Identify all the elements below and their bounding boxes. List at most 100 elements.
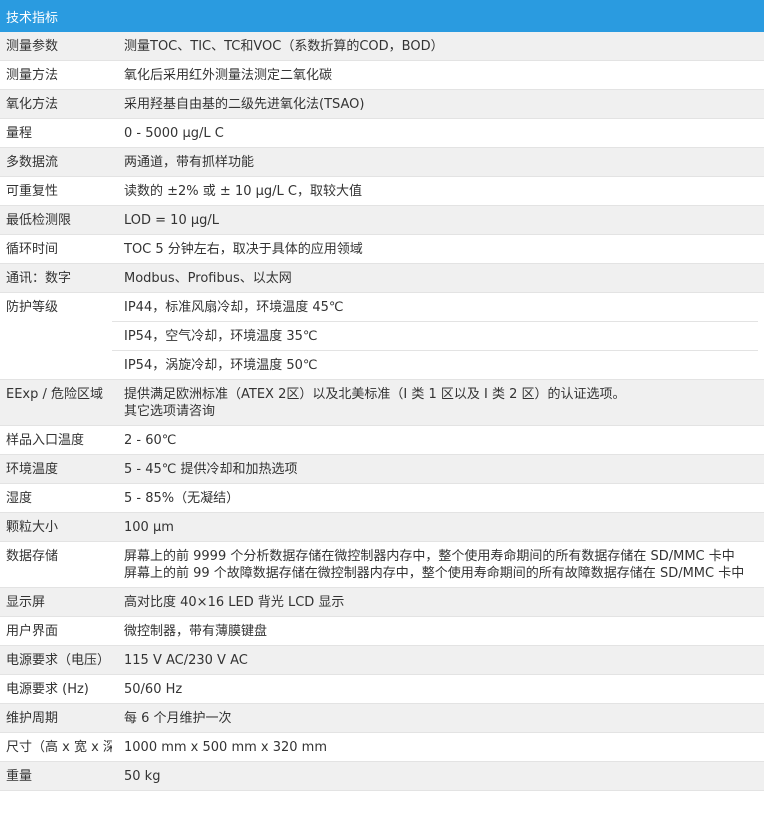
table-row: 氧化方法 采用羟基自由基的二级先进氧化法(TSAO) — [0, 89, 764, 119]
spec-value-line: 50 kg — [124, 769, 161, 784]
spec-value: 屏幕上的前 9999 个分析数据存储在微控制器内存中，整个使用寿命期间的所有数据… — [112, 541, 764, 588]
spec-value-line: 0 - 5000 µg/L C — [124, 126, 224, 141]
spec-value: Modbus、Profibus、以太网 — [112, 263, 764, 293]
spec-label: 氧化方法 — [0, 89, 112, 119]
table-row: 测量方法 氧化后采用红外测量法测定二氧化碳 — [0, 60, 764, 90]
spec-table: 技术指标 测量参数 测量TOC、TIC、TC和VOC（系数折算的COD，BOD）测… — [0, 0, 764, 791]
table-row: 尺寸（高 x 宽 x 深） 1000 mm x 500 mm x 320 mm — [0, 732, 764, 762]
spec-label: 通讯：数字 — [0, 263, 112, 293]
spec-value-line: 每 6 个月维护一次 — [124, 711, 232, 726]
table-row: 可重复性 读数的 ±2% 或 ± 10 µg/L C，取较大值 — [0, 176, 764, 206]
spec-label: 样品入口温度 — [0, 425, 112, 455]
spec-value-line: LOD = 10 µg/L — [124, 213, 219, 228]
spec-value-line: 氧化后采用红外测量法测定二氧化碳 — [124, 68, 333, 83]
spec-label: 最低检测限 — [0, 205, 112, 235]
spec-value-line: 读数的 ±2% 或 ± 10 µg/L C，取较大值 — [124, 184, 362, 199]
spec-value: 100 µm — [112, 512, 764, 542]
spec-value-line: 两通道，带有抓样功能 — [124, 155, 255, 170]
spec-value: 2 - 60℃ — [112, 425, 764, 455]
spec-value: 测量TOC、TIC、TC和VOC（系数折算的COD，BOD） — [112, 32, 764, 61]
spec-value-line: IP54，空气冷却，环境温度 35℃ — [112, 321, 758, 345]
spec-label: 测量方法 — [0, 60, 112, 90]
table-header-title: 技术指标 — [0, 0, 764, 32]
spec-value: 5 - 85%（无凝结） — [112, 483, 764, 513]
spec-value-line: TOC 5 分钟左右，取决于具体的应用领域 — [124, 242, 363, 257]
spec-value: 每 6 个月维护一次 — [112, 703, 764, 733]
table-row: 电源要求 (Hz) 50/60 Hz — [0, 674, 764, 704]
spec-value: 提供满足欧洲标准（ATEX 2区）以及北美标准（I 类 1 区以及 I 类 2 … — [112, 379, 764, 426]
spec-value-line: 采用羟基自由基的二级先进氧化法(TSAO) — [124, 97, 365, 112]
table-row: 维护周期每 6 个月维护一次 — [0, 703, 764, 733]
spec-value-line: 100 µm — [124, 520, 174, 535]
table-row: 防护等级 IP44，标准风扇冷却，环境温度 45℃ IP54，空气冷却，环境温度 3… — [0, 292, 764, 380]
spec-label: 电源要求 (Hz) — [0, 674, 112, 704]
spec-table-body: 测量参数 测量TOC、TIC、TC和VOC（系数折算的COD，BOD） 测量方法 氧化… — [0, 32, 764, 791]
spec-value-line: 2 - 60℃ — [124, 433, 177, 448]
table-row: 显示屏 高对比度 40×16 LED 背光 LCD 显示 — [0, 587, 764, 617]
spec-value-line: 115 V AC/230 V AC — [124, 653, 248, 668]
spec-label: 用户界面 — [0, 616, 112, 646]
table-header-row: 技术指标 — [0, 0, 764, 32]
table-row: 样品入口温度 2 - 60℃ — [0, 425, 764, 455]
spec-value-line: 50/60 Hz — [124, 682, 183, 697]
spec-value-line: 提供满足欧洲标准（ATEX 2区）以及北美标准（I 类 1 区以及 I 类 2 … — [124, 387, 626, 402]
table-row: 量程 0 - 5000 µg/L C — [0, 118, 764, 148]
spec-label: 防护等级 — [0, 292, 112, 380]
spec-value: 1000 mm x 500 mm x 320 mm — [112, 732, 764, 762]
spec-label: 颗粒大小 — [0, 512, 112, 542]
spec-value: LOD = 10 µg/L — [112, 205, 764, 235]
spec-label: 维护周期 — [0, 703, 112, 733]
spec-value-line: IP44，标准风扇冷却，环境温度 45℃ — [124, 300, 344, 315]
spec-value: 微控制器，带有薄膜键盘 — [112, 616, 764, 646]
table-row: EExp / 危险区域 提供满足欧洲标准（ATEX 2区）以及北美标准（I 类 1… — [0, 379, 764, 426]
spec-value: 氧化后采用红外测量法测定二氧化碳 — [112, 60, 764, 90]
spec-value: 0 - 5000 µg/L C — [112, 118, 764, 148]
spec-label: 循环时间 — [0, 234, 112, 264]
spec-value-line: IP54，涡旋冷却，环境温度 50℃ — [112, 350, 758, 374]
table-row: 颗粒大小 100 µm — [0, 512, 764, 542]
spec-value-line: 1000 mm x 500 mm x 320 mm — [124, 740, 328, 755]
spec-value: 5 - 45℃ 提供冷却和加热选项 — [112, 454, 764, 484]
spec-value-line: 5 - 45℃ 提供冷却和加热选项 — [124, 462, 298, 477]
table-row: 数据存储 屏幕上的前 9999 个分析数据存储在微控制器内存中，整个使用寿命期间的… — [0, 541, 764, 588]
spec-value: 115 V AC/230 V AC — [112, 645, 764, 675]
table-row: 循环时间 TOC 5 分钟左右，取决于具体的应用领域 — [0, 234, 764, 264]
spec-value: 50 kg — [112, 761, 764, 791]
table-row: 电源要求（电压） 115 V AC/230 V AC — [0, 645, 764, 675]
spec-value-line: 其它选项请咨询 — [124, 404, 216, 419]
spec-label: 湿度 — [0, 483, 112, 513]
spec-value-line: 微控制器，带有薄膜键盘 — [124, 624, 268, 639]
table-row: 测量参数 测量TOC、TIC、TC和VOC（系数折算的COD，BOD） — [0, 32, 764, 61]
table-row: 重量 50 kg — [0, 761, 764, 791]
spec-label: 数据存储 — [0, 541, 112, 588]
spec-label: 电源要求（电压） — [0, 645, 112, 675]
spec-label: 量程 — [0, 118, 112, 148]
spec-value: IP44，标准风扇冷却，环境温度 45℃ IP54，空气冷却，环境温度 35℃ IP… — [112, 292, 764, 380]
spec-value-line: 高对比度 40×16 LED 背光 LCD 显示 — [124, 595, 345, 610]
spec-label: 环境温度 — [0, 454, 112, 484]
spec-value-line: 屏幕上的前 99 个故障数据存储在微控制器内存中，整个使用寿命期间的所有故障数据… — [124, 566, 745, 581]
spec-label: 显示屏 — [0, 587, 112, 617]
spec-label: 可重复性 — [0, 176, 112, 206]
spec-value: 读数的 ±2% 或 ± 10 µg/L C，取较大值 — [112, 176, 764, 206]
table-row: 通讯：数字 Modbus、Profibus、以太网 — [0, 263, 764, 293]
table-row: 最低检测限 LOD = 10 µg/L — [0, 205, 764, 235]
table-row: 湿度 5 - 85%（无凝结） — [0, 483, 764, 513]
spec-label: 多数据流 — [0, 147, 112, 177]
spec-value-line: 5 - 85%（无凝结） — [124, 491, 240, 506]
table-row: 环境温度 5 - 45℃ 提供冷却和加热选项 — [0, 454, 764, 484]
spec-label: 重量 — [0, 761, 112, 791]
spec-value: TOC 5 分钟左右，取决于具体的应用领域 — [112, 234, 764, 264]
spec-value: 50/60 Hz — [112, 674, 764, 704]
table-row: 用户界面 微控制器，带有薄膜键盘 — [0, 616, 764, 646]
spec-value-line: 屏幕上的前 9999 个分析数据存储在微控制器内存中，整个使用寿命期间的所有数据… — [124, 549, 735, 564]
spec-value: 高对比度 40×16 LED 背光 LCD 显示 — [112, 587, 764, 617]
table-row: 多数据流 两通道，带有抓样功能 — [0, 147, 764, 177]
spec-value-line: Modbus、Profibus、以太网 — [124, 271, 292, 286]
spec-label: EExp / 危险区域 — [0, 379, 112, 426]
spec-value: 两通道，带有抓样功能 — [112, 147, 764, 177]
spec-label: 测量参数 — [0, 32, 112, 61]
spec-label: 尺寸（高 x 宽 x 深） — [0, 732, 112, 762]
spec-value-line: 测量TOC、TIC、TC和VOC（系数折算的COD，BOD） — [124, 39, 444, 54]
spec-value: 采用羟基自由基的二级先进氧化法(TSAO) — [112, 89, 764, 119]
